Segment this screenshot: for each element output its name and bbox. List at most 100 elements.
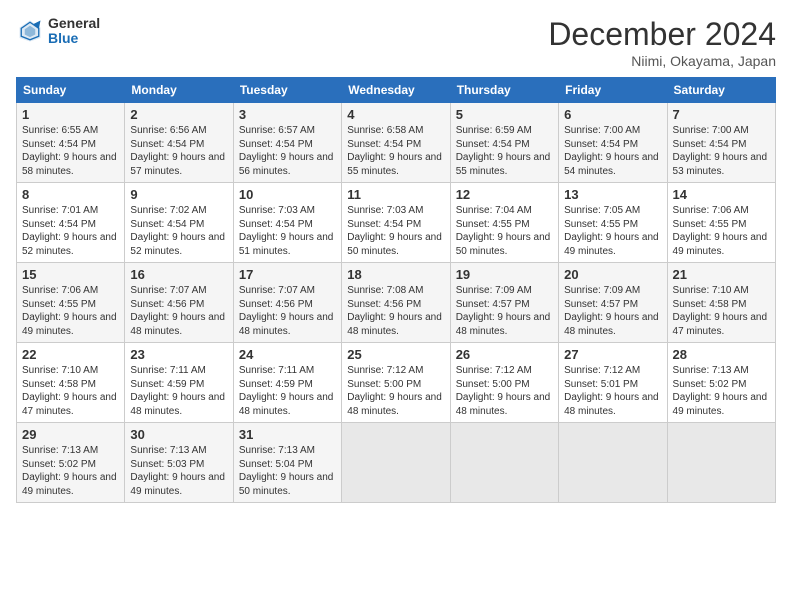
calendar-cell: 22 Sunrise: 7:10 AM Sunset: 4:58 PM Dayl…	[17, 343, 125, 423]
weekday-header-tuesday: Tuesday	[233, 78, 341, 103]
day-number: 14	[673, 187, 770, 202]
day-content: Sunrise: 7:11 AM Sunset: 4:59 PM Dayligh…	[130, 364, 227, 418]
day-content: Sunrise: 7:00 AM Sunset: 4:54 PM Dayligh…	[564, 124, 661, 178]
weekday-header-thursday: Thursday	[450, 78, 558, 103]
calendar-cell: 18 Sunrise: 7:08 AM Sunset: 4:56 PM Dayl…	[342, 263, 450, 343]
calendar-cell: 28 Sunrise: 7:13 AM Sunset: 5:02 PM Dayl…	[667, 343, 775, 423]
day-number: 4	[347, 107, 444, 122]
day-content: Sunrise: 6:59 AM Sunset: 4:54 PM Dayligh…	[456, 124, 553, 178]
day-number: 27	[564, 347, 661, 362]
day-number: 17	[239, 267, 336, 282]
day-content: Sunrise: 7:10 AM Sunset: 4:58 PM Dayligh…	[22, 364, 119, 418]
calendar-cell: 10 Sunrise: 7:03 AM Sunset: 4:54 PM Dayl…	[233, 183, 341, 263]
day-content: Sunrise: 6:57 AM Sunset: 4:54 PM Dayligh…	[239, 124, 336, 178]
calendar-cell: 4 Sunrise: 6:58 AM Sunset: 4:54 PM Dayli…	[342, 103, 450, 183]
day-number: 1	[22, 107, 119, 122]
day-content: Sunrise: 7:01 AM Sunset: 4:54 PM Dayligh…	[22, 204, 119, 258]
calendar-cell: 17 Sunrise: 7:07 AM Sunset: 4:56 PM Dayl…	[233, 263, 341, 343]
day-number: 23	[130, 347, 227, 362]
calendar-cell: 1 Sunrise: 6:55 AM Sunset: 4:54 PM Dayli…	[17, 103, 125, 183]
day-number: 5	[456, 107, 553, 122]
weekday-header-wednesday: Wednesday	[342, 78, 450, 103]
logo: General Blue	[16, 16, 100, 47]
day-content: Sunrise: 7:07 AM Sunset: 4:56 PM Dayligh…	[130, 284, 227, 338]
calendar-cell: 31 Sunrise: 7:13 AM Sunset: 5:04 PM Dayl…	[233, 423, 341, 503]
calendar-week-row: 29 Sunrise: 7:13 AM Sunset: 5:02 PM Dayl…	[17, 423, 776, 503]
title-block: December 2024 Niimi, Okayama, Japan	[548, 16, 776, 69]
day-number: 22	[22, 347, 119, 362]
calendar-cell: 25 Sunrise: 7:12 AM Sunset: 5:00 PM Dayl…	[342, 343, 450, 423]
calendar-cell: 9 Sunrise: 7:02 AM Sunset: 4:54 PM Dayli…	[125, 183, 233, 263]
day-content: Sunrise: 7:03 AM Sunset: 4:54 PM Dayligh…	[347, 204, 444, 258]
day-number: 18	[347, 267, 444, 282]
day-number: 7	[673, 107, 770, 122]
day-number: 11	[347, 187, 444, 202]
logo-general-text: General	[48, 16, 100, 31]
day-content: Sunrise: 7:09 AM Sunset: 4:57 PM Dayligh…	[456, 284, 553, 338]
calendar-cell: 16 Sunrise: 7:07 AM Sunset: 4:56 PM Dayl…	[125, 263, 233, 343]
day-number: 16	[130, 267, 227, 282]
calendar-cell: 27 Sunrise: 7:12 AM Sunset: 5:01 PM Dayl…	[559, 343, 667, 423]
calendar-cell	[667, 423, 775, 503]
calendar-week-row: 8 Sunrise: 7:01 AM Sunset: 4:54 PM Dayli…	[17, 183, 776, 263]
calendar-cell: 26 Sunrise: 7:12 AM Sunset: 5:00 PM Dayl…	[450, 343, 558, 423]
weekday-header-sunday: Sunday	[17, 78, 125, 103]
weekday-header-monday: Monday	[125, 78, 233, 103]
calendar-table: SundayMondayTuesdayWednesdayThursdayFrid…	[16, 77, 776, 503]
day-number: 30	[130, 427, 227, 442]
weekday-header-saturday: Saturday	[667, 78, 775, 103]
weekday-header-friday: Friday	[559, 78, 667, 103]
calendar-cell: 2 Sunrise: 6:56 AM Sunset: 4:54 PM Dayli…	[125, 103, 233, 183]
calendar-cell: 19 Sunrise: 7:09 AM Sunset: 4:57 PM Dayl…	[450, 263, 558, 343]
calendar-cell: 21 Sunrise: 7:10 AM Sunset: 4:58 PM Dayl…	[667, 263, 775, 343]
month-title: December 2024	[548, 16, 776, 53]
day-content: Sunrise: 7:13 AM Sunset: 5:02 PM Dayligh…	[673, 364, 770, 418]
calendar-cell: 29 Sunrise: 7:13 AM Sunset: 5:02 PM Dayl…	[17, 423, 125, 503]
location-title: Niimi, Okayama, Japan	[548, 53, 776, 69]
calendar-cell: 12 Sunrise: 7:04 AM Sunset: 4:55 PM Dayl…	[450, 183, 558, 263]
day-content: Sunrise: 7:06 AM Sunset: 4:55 PM Dayligh…	[673, 204, 770, 258]
day-number: 10	[239, 187, 336, 202]
day-number: 25	[347, 347, 444, 362]
day-content: Sunrise: 7:00 AM Sunset: 4:54 PM Dayligh…	[673, 124, 770, 178]
day-number: 21	[673, 267, 770, 282]
day-number: 15	[22, 267, 119, 282]
calendar-cell	[559, 423, 667, 503]
day-number: 20	[564, 267, 661, 282]
calendar-cell: 30 Sunrise: 7:13 AM Sunset: 5:03 PM Dayl…	[125, 423, 233, 503]
calendar-week-row: 15 Sunrise: 7:06 AM Sunset: 4:55 PM Dayl…	[17, 263, 776, 343]
day-content: Sunrise: 7:12 AM Sunset: 5:01 PM Dayligh…	[564, 364, 661, 418]
day-content: Sunrise: 7:13 AM Sunset: 5:04 PM Dayligh…	[239, 444, 336, 498]
calendar-cell	[450, 423, 558, 503]
day-content: Sunrise: 7:10 AM Sunset: 4:58 PM Dayligh…	[673, 284, 770, 338]
calendar-cell: 8 Sunrise: 7:01 AM Sunset: 4:54 PM Dayli…	[17, 183, 125, 263]
calendar-cell: 5 Sunrise: 6:59 AM Sunset: 4:54 PM Dayli…	[450, 103, 558, 183]
calendar-cell: 23 Sunrise: 7:11 AM Sunset: 4:59 PM Dayl…	[125, 343, 233, 423]
day-number: 12	[456, 187, 553, 202]
logo-text: General Blue	[48, 16, 100, 47]
calendar-week-row: 1 Sunrise: 6:55 AM Sunset: 4:54 PM Dayli…	[17, 103, 776, 183]
day-number: 28	[673, 347, 770, 362]
calendar-cell: 13 Sunrise: 7:05 AM Sunset: 4:55 PM Dayl…	[559, 183, 667, 263]
logo-icon	[16, 17, 44, 45]
day-content: Sunrise: 6:55 AM Sunset: 4:54 PM Dayligh…	[22, 124, 119, 178]
day-content: Sunrise: 7:05 AM Sunset: 4:55 PM Dayligh…	[564, 204, 661, 258]
day-content: Sunrise: 6:56 AM Sunset: 4:54 PM Dayligh…	[130, 124, 227, 178]
weekday-header-row: SundayMondayTuesdayWednesdayThursdayFrid…	[17, 78, 776, 103]
day-number: 24	[239, 347, 336, 362]
calendar-cell: 6 Sunrise: 7:00 AM Sunset: 4:54 PM Dayli…	[559, 103, 667, 183]
day-content: Sunrise: 7:02 AM Sunset: 4:54 PM Dayligh…	[130, 204, 227, 258]
day-content: Sunrise: 7:13 AM Sunset: 5:03 PM Dayligh…	[130, 444, 227, 498]
day-content: Sunrise: 7:03 AM Sunset: 4:54 PM Dayligh…	[239, 204, 336, 258]
day-number: 2	[130, 107, 227, 122]
calendar-cell: 11 Sunrise: 7:03 AM Sunset: 4:54 PM Dayl…	[342, 183, 450, 263]
calendar-cell: 14 Sunrise: 7:06 AM Sunset: 4:55 PM Dayl…	[667, 183, 775, 263]
day-content: Sunrise: 7:13 AM Sunset: 5:02 PM Dayligh…	[22, 444, 119, 498]
day-content: Sunrise: 7:06 AM Sunset: 4:55 PM Dayligh…	[22, 284, 119, 338]
day-number: 9	[130, 187, 227, 202]
day-number: 8	[22, 187, 119, 202]
logo-blue-text: Blue	[48, 31, 100, 46]
day-content: Sunrise: 6:58 AM Sunset: 4:54 PM Dayligh…	[347, 124, 444, 178]
calendar-cell: 3 Sunrise: 6:57 AM Sunset: 4:54 PM Dayli…	[233, 103, 341, 183]
day-number: 19	[456, 267, 553, 282]
